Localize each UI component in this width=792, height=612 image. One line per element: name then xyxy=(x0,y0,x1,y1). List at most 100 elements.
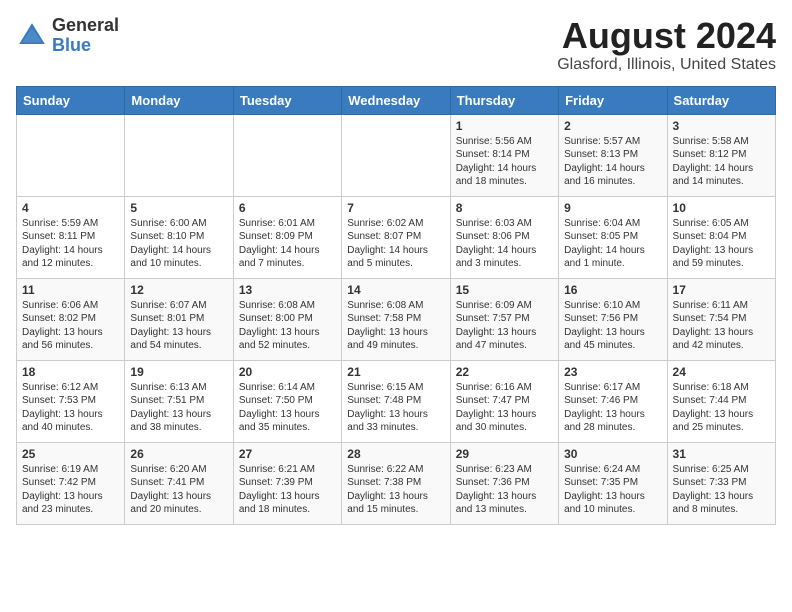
calendar-day-15: 15Sunrise: 6:09 AMSunset: 7:57 PMDayligh… xyxy=(450,278,558,360)
day-info: Sunrise: 5:59 AMSunset: 8:11 PMDaylight:… xyxy=(22,217,119,271)
day-number: 10 xyxy=(673,201,770,215)
day-number: 2 xyxy=(564,119,661,133)
calendar-table: SundayMondayTuesdayWednesdayThursdayFrid… xyxy=(16,86,776,525)
day-info: Sunrise: 5:58 AMSunset: 8:12 PMDaylight:… xyxy=(673,135,770,189)
calendar-day-1: 1Sunrise: 5:56 AMSunset: 8:14 PMDaylight… xyxy=(450,114,558,196)
day-number: 25 xyxy=(22,447,119,461)
day-info: Sunrise: 6:06 AMSunset: 8:02 PMDaylight:… xyxy=(22,299,119,353)
day-info: Sunrise: 6:25 AMSunset: 7:33 PMDaylight:… xyxy=(673,463,770,517)
title-area: August 2024 Glasford, Illinois, United S… xyxy=(557,16,776,74)
day-number: 21 xyxy=(347,365,444,379)
day-info: Sunrise: 6:11 AMSunset: 7:54 PMDaylight:… xyxy=(673,299,770,353)
day-info: Sunrise: 5:56 AMSunset: 8:14 PMDaylight:… xyxy=(456,135,553,189)
calendar-day-7: 7 Sunrise: 6:02 AMSunset: 8:07 PMDaylight… xyxy=(342,196,450,278)
month-title: August 2024 xyxy=(557,16,776,56)
day-header-thursday: Thursday xyxy=(450,86,558,114)
day-info: Sunrise: 6:01 AMSunset: 8:09 PMDaylight:… xyxy=(239,217,336,271)
empty-cell xyxy=(125,114,233,196)
day-number: 31 xyxy=(673,447,770,461)
logo-blue: Blue xyxy=(52,36,119,56)
logo: General Blue xyxy=(16,16,119,56)
day-number: 26 xyxy=(130,447,227,461)
day-info: Sunrise: 6:19 AMSunset: 7:42 PMDaylight:… xyxy=(22,463,119,517)
calendar-day-6: 6 Sunrise: 6:01 AMSunset: 8:09 PMDaylight… xyxy=(233,196,341,278)
day-number: 19 xyxy=(130,365,227,379)
day-info: Sunrise: 6:20 AMSunset: 7:41 PMDaylight:… xyxy=(130,463,227,517)
calendar-day-28: 28 Sunrise: 6:22 AMSunset: 7:38 PMDayligh… xyxy=(342,442,450,524)
day-header-wednesday: Wednesday xyxy=(342,86,450,114)
calendar-day-4: 4 Sunrise: 5:59 AMSunset: 8:11 PMDaylight… xyxy=(17,196,125,278)
day-header-friday: Friday xyxy=(559,86,667,114)
day-header-tuesday: Tuesday xyxy=(233,86,341,114)
day-number: 15 xyxy=(456,283,553,297)
day-info: Sunrise: 6:22 AMSunset: 7:38 PMDaylight:… xyxy=(347,463,444,517)
calendar-week-row: 4 Sunrise: 5:59 AMSunset: 8:11 PMDaylight… xyxy=(17,196,776,278)
calendar-day-18: 18 Sunrise: 6:12 AMSunset: 7:53 PMDayligh… xyxy=(17,360,125,442)
day-number: 16 xyxy=(564,283,661,297)
day-info: Sunrise: 6:21 AMSunset: 7:39 PMDaylight:… xyxy=(239,463,336,517)
calendar-week-row: 1Sunrise: 5:56 AMSunset: 8:14 PMDaylight… xyxy=(17,114,776,196)
day-number: 4 xyxy=(22,201,119,215)
logo-general: General xyxy=(52,16,119,36)
day-number: 20 xyxy=(239,365,336,379)
calendar-day-17: 17 Sunrise: 6:11 AMSunset: 7:54 PMDayligh… xyxy=(667,278,775,360)
calendar-day-16: 16Sunrise: 6:10 AMSunset: 7:56 PMDayligh… xyxy=(559,278,667,360)
calendar-week-row: 11Sunrise: 6:06 AMSunset: 8:02 PMDayligh… xyxy=(17,278,776,360)
calendar-day-25: 25 Sunrise: 6:19 AMSunset: 7:42 PMDayligh… xyxy=(17,442,125,524)
calendar-day-31: 31 Sunrise: 6:25 AMSunset: 7:33 PMDayligh… xyxy=(667,442,775,524)
day-number: 8 xyxy=(456,201,553,215)
calendar-day-29: 29Sunrise: 6:23 AMSunset: 7:36 PMDayligh… xyxy=(450,442,558,524)
calendar-week-row: 25 Sunrise: 6:19 AMSunset: 7:42 PMDayligh… xyxy=(17,442,776,524)
calendar-day-21: 21 Sunrise: 6:15 AMSunset: 7:48 PMDayligh… xyxy=(342,360,450,442)
day-info: Sunrise: 6:16 AMSunset: 7:47 PMDaylight:… xyxy=(456,381,553,435)
day-number: 14 xyxy=(347,283,444,297)
calendar-week-row: 18 Sunrise: 6:12 AMSunset: 7:53 PMDayligh… xyxy=(17,360,776,442)
day-info: Sunrise: 6:24 AMSunset: 7:35 PMDaylight:… xyxy=(564,463,661,517)
day-header-saturday: Saturday xyxy=(667,86,775,114)
day-info: Sunrise: 6:12 AMSunset: 7:53 PMDaylight:… xyxy=(22,381,119,435)
day-info: Sunrise: 6:15 AMSunset: 7:48 PMDaylight:… xyxy=(347,381,444,435)
day-number: 13 xyxy=(239,283,336,297)
calendar-day-10: 10Sunrise: 6:05 AMSunset: 8:04 PMDayligh… xyxy=(667,196,775,278)
day-info: Sunrise: 6:18 AMSunset: 7:44 PMDaylight:… xyxy=(673,381,770,435)
day-info: Sunrise: 6:08 AMSunset: 8:00 PMDaylight:… xyxy=(239,299,336,353)
calendar-day-20: 20 Sunrise: 6:14 AMSunset: 7:50 PMDayligh… xyxy=(233,360,341,442)
calendar-day-14: 14Sunrise: 6:08 AMSunset: 7:58 PMDayligh… xyxy=(342,278,450,360)
day-info: Sunrise: 6:14 AMSunset: 7:50 PMDaylight:… xyxy=(239,381,336,435)
day-number: 5 xyxy=(130,201,227,215)
day-number: 24 xyxy=(673,365,770,379)
calendar-day-27: 27Sunrise: 6:21 AMSunset: 7:39 PMDayligh… xyxy=(233,442,341,524)
day-number: 7 xyxy=(347,201,444,215)
empty-cell xyxy=(342,114,450,196)
day-number: 18 xyxy=(22,365,119,379)
day-number: 22 xyxy=(456,365,553,379)
day-header-monday: Monday xyxy=(125,86,233,114)
day-info: Sunrise: 6:00 AMSunset: 8:10 PMDaylight:… xyxy=(130,217,227,271)
calendar-day-24: 24 Sunrise: 6:18 AMSunset: 7:44 PMDayligh… xyxy=(667,360,775,442)
calendar-day-30: 30Sunrise: 6:24 AMSunset: 7:35 PMDayligh… xyxy=(559,442,667,524)
day-info: Sunrise: 6:02 AMSunset: 8:07 PMDaylight:… xyxy=(347,217,444,271)
day-number: 6 xyxy=(239,201,336,215)
day-info: Sunrise: 6:17 AMSunset: 7:46 PMDaylight:… xyxy=(564,381,661,435)
logo-text: General Blue xyxy=(52,16,119,56)
day-info: Sunrise: 6:04 AMSunset: 8:05 PMDaylight:… xyxy=(564,217,661,271)
calendar-day-23: 23 Sunrise: 6:17 AMSunset: 7:46 PMDayligh… xyxy=(559,360,667,442)
logo-icon xyxy=(16,20,48,52)
day-number: 3 xyxy=(673,119,770,133)
empty-cell xyxy=(17,114,125,196)
calendar-day-8: 8Sunrise: 6:03 AMSunset: 8:06 PMDaylight… xyxy=(450,196,558,278)
calendar-day-12: 12 Sunrise: 6:07 AMSunset: 8:01 PMDayligh… xyxy=(125,278,233,360)
day-number: 17 xyxy=(673,283,770,297)
day-info: Sunrise: 6:07 AMSunset: 8:01 PMDaylight:… xyxy=(130,299,227,353)
day-number: 28 xyxy=(347,447,444,461)
day-number: 23 xyxy=(564,365,661,379)
calendar-day-19: 19Sunrise: 6:13 AMSunset: 7:51 PMDayligh… xyxy=(125,360,233,442)
day-number: 12 xyxy=(130,283,227,297)
calendar-day-11: 11Sunrise: 6:06 AMSunset: 8:02 PMDayligh… xyxy=(17,278,125,360)
day-number: 9 xyxy=(564,201,661,215)
calendar-day-13: 13 Sunrise: 6:08 AMSunset: 8:00 PMDayligh… xyxy=(233,278,341,360)
page-header: General Blue August 2024 Glasford, Illin… xyxy=(16,16,776,74)
location: Glasford, Illinois, United States xyxy=(557,56,776,74)
day-info: Sunrise: 5:57 AMSunset: 8:13 PMDaylight:… xyxy=(564,135,661,189)
calendar-day-2: 2 Sunrise: 5:57 AMSunset: 8:13 PMDaylight… xyxy=(559,114,667,196)
